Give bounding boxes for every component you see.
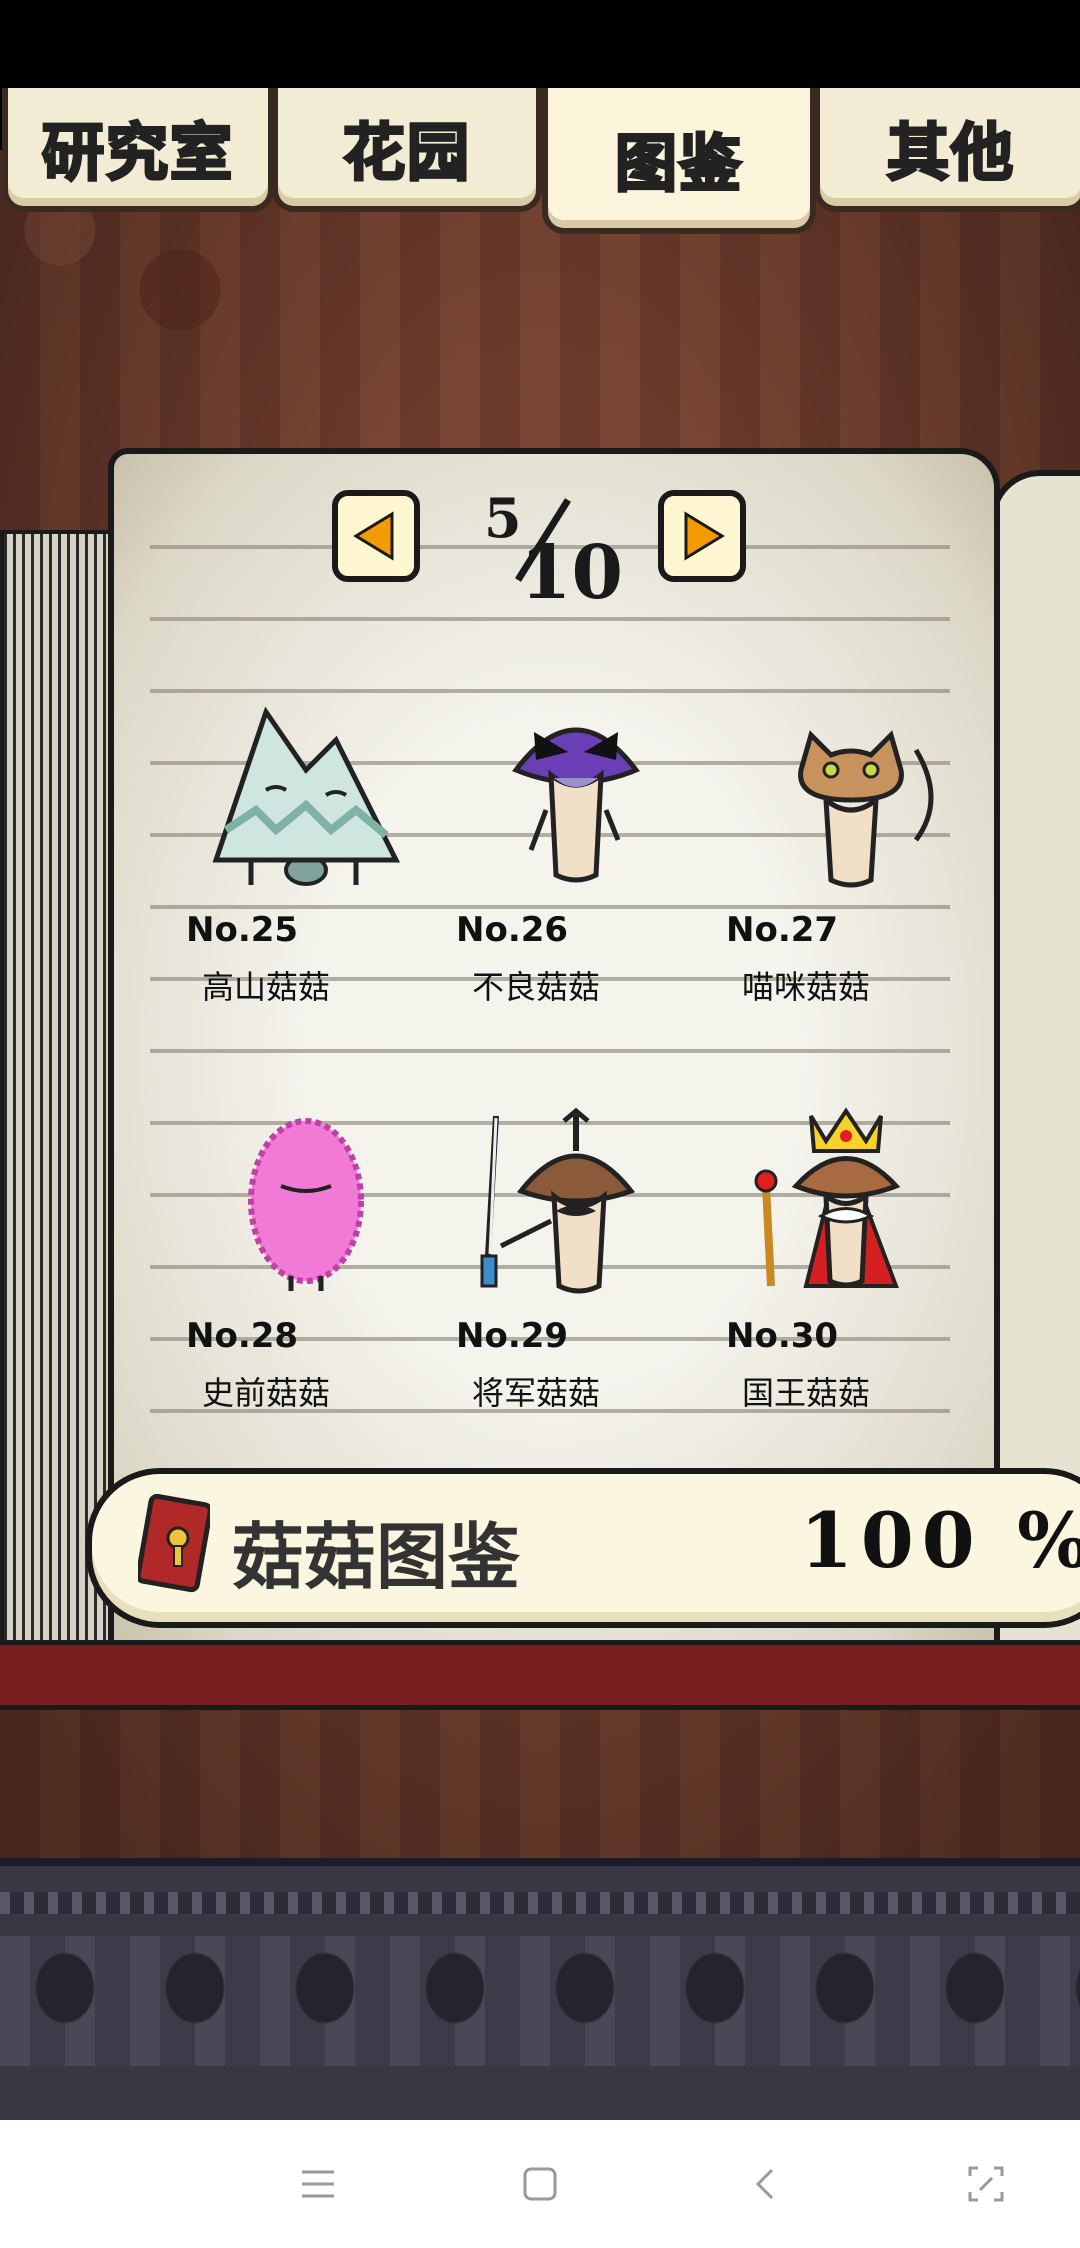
entry-card-25[interactable]: No.25 高山菇菇 (186, 700, 426, 1030)
entry-number: No.26 (456, 910, 569, 950)
entry-number: No.29 (456, 1316, 569, 1356)
back-icon[interactable] (738, 2156, 794, 2212)
tab-encyclopedia-label: 图鉴 (613, 126, 743, 202)
entry-name: 喵咪菇菇 (742, 968, 871, 1006)
entry-card-27[interactable]: No.27 喵咪菇菇 (726, 700, 966, 1030)
book-cover (0, 1640, 1080, 1710)
entry-number: No.30 (726, 1316, 839, 1356)
entry-name: 史前菇菇 (202, 1374, 331, 1412)
entry-number: No.28 (186, 1316, 299, 1356)
entry-number: No.27 (726, 910, 839, 950)
frame-ornament (0, 1936, 1080, 2066)
next-page-button[interactable] (658, 490, 746, 582)
tab-lab[interactable]: 研究室 (2, 88, 274, 212)
page-indicator: 5 10 (478, 480, 638, 620)
mountain-mushroom-icon (212, 706, 401, 886)
entry-number: No.25 (186, 910, 299, 950)
tab-lab-label: 研究室 (40, 115, 234, 191)
king-mushroom-icon (754, 1107, 901, 1288)
entry-name: 高山菇菇 (202, 968, 331, 1006)
system-navigation-bar (0, 2120, 1080, 2248)
entry-card-26[interactable]: No.26 不良菇菇 (456, 700, 696, 1030)
home-icon[interactable] (512, 2156, 568, 2212)
collection-progress-bar: 菇菇图鉴 100 % (86, 1468, 1080, 1628)
entry-card-29[interactable]: No.29 将军菇菇 (456, 1106, 696, 1436)
cat-mushroom-icon (798, 730, 934, 888)
screenshot-icon[interactable] (958, 2156, 1014, 2212)
entry-card-30[interactable]: No.30 国王菇菇 (726, 1106, 966, 1436)
arrow-left-icon (353, 511, 394, 561)
tab-other-label: 其他 (885, 115, 1015, 191)
prev-page-button[interactable] (332, 490, 420, 582)
tab-garden-label: 花园 (341, 115, 471, 191)
menu-icon[interactable] (290, 2156, 346, 2212)
top-tab-bar: 研究室 花园 图鉴 其他 (0, 88, 1080, 234)
arrow-right-icon (684, 511, 725, 561)
delinquent-mushroom-icon (512, 727, 640, 883)
entry-name: 国王菇菇 (742, 1374, 871, 1412)
entry-name: 将军菇菇 (472, 1374, 601, 1412)
book-page-edges (0, 530, 118, 1658)
tab-other[interactable]: 其他 (814, 88, 1080, 212)
entry-name: 不良菇菇 (472, 968, 601, 1006)
collection-percent: 100 % (800, 1496, 1080, 1585)
tab-garden[interactable]: 花园 (272, 88, 542, 212)
decorative-frame (0, 1858, 1080, 2138)
prehistoric-mushroom-icon (248, 1118, 364, 1291)
book-icon (138, 1494, 210, 1593)
entry-card-28[interactable]: No.28 史前菇菇 (186, 1106, 426, 1436)
frame-band (0, 1892, 1080, 1914)
total-pages: 10 (520, 530, 623, 616)
collection-label: 菇菇图鉴 (232, 1515, 521, 1599)
general-mushroom-icon (480, 1107, 636, 1294)
tab-encyclopedia[interactable]: 图鉴 (542, 88, 816, 234)
